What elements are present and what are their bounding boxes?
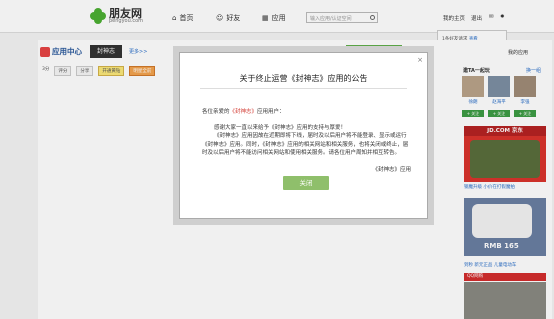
dialog-greeting: 各位亲爱的《封神志》应用用户： <box>202 107 285 115</box>
greeting-suffix: 应用用户： <box>257 109 285 115</box>
greeting-prefix: 各位亲爱的 <box>202 109 230 115</box>
announcement-dialog: × 关于终止运营《封神志》应用的公告 各位亲爱的《封神志》应用用户： 感谢大家一… <box>173 46 434 225</box>
announcement-dialog-body: × 关于终止运营《封神志》应用的公告 各位亲爱的《封神志》应用用户： 感谢大家一… <box>179 52 428 219</box>
message-paragraph-2: 《封神志》应用因故在近期即将下线，届时及以后用户将不能登录、显示或运行《封神志》… <box>202 133 409 157</box>
dialog-message: 感谢大家一直以来给予《封神志》应用的支持与厚爱！ 《封神志》应用因故在近期即将下… <box>202 124 410 158</box>
greeting-app-name: 《封神志》 <box>229 109 258 115</box>
close-button[interactable]: 关闭 <box>283 176 329 190</box>
close-icon[interactable]: × <box>417 56 423 64</box>
dialog-signature: 《封神志》应用 <box>372 167 411 173</box>
message-paragraph-1: 感谢大家一直以来给予《封神志》应用的支持与厚爱！ <box>214 125 347 131</box>
dialog-title: 关于终止运营《封神志》应用的公告 <box>239 74 368 83</box>
title-divider <box>200 88 407 89</box>
